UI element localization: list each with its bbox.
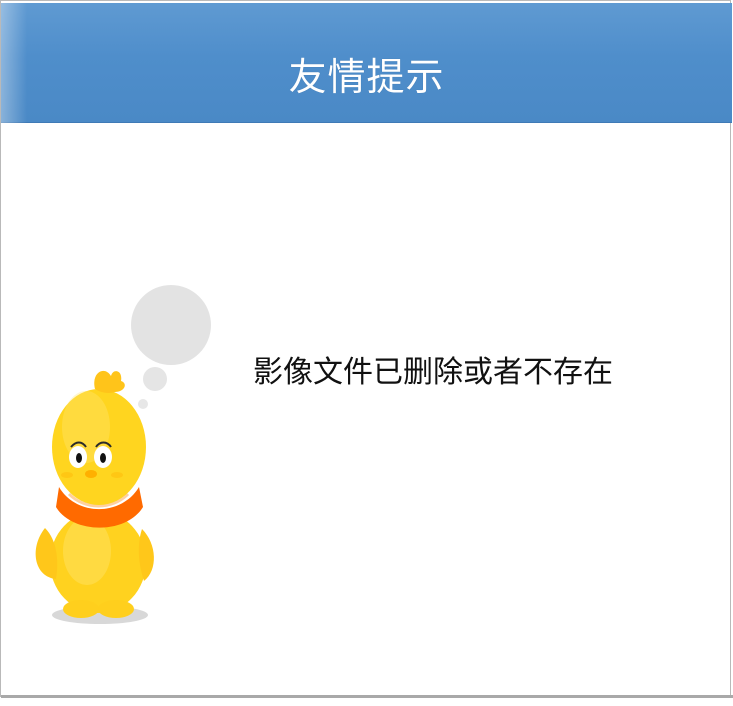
mascot-foot-left: [63, 600, 99, 618]
mascot-illustration: [25, 281, 225, 641]
mascot-foot-right: [98, 600, 134, 618]
mascot-wing-left: [35, 528, 58, 579]
mascot-beak: [85, 470, 97, 478]
thought-bubble-medium: [143, 367, 167, 391]
notice-dialog: 友情提示 影像文件已删除或者不存在: [0, 0, 733, 698]
mascot-crest: [94, 370, 125, 393]
dialog-message: 影像文件已删除或者不存在: [253, 355, 613, 390]
dialog-title: 友情提示: [288, 55, 445, 99]
bottom-border: [1, 695, 733, 698]
thought-bubble-small: [138, 399, 148, 409]
thought-bubble-large: [131, 285, 211, 365]
dialog-header: 友情提示: [1, 3, 732, 123]
